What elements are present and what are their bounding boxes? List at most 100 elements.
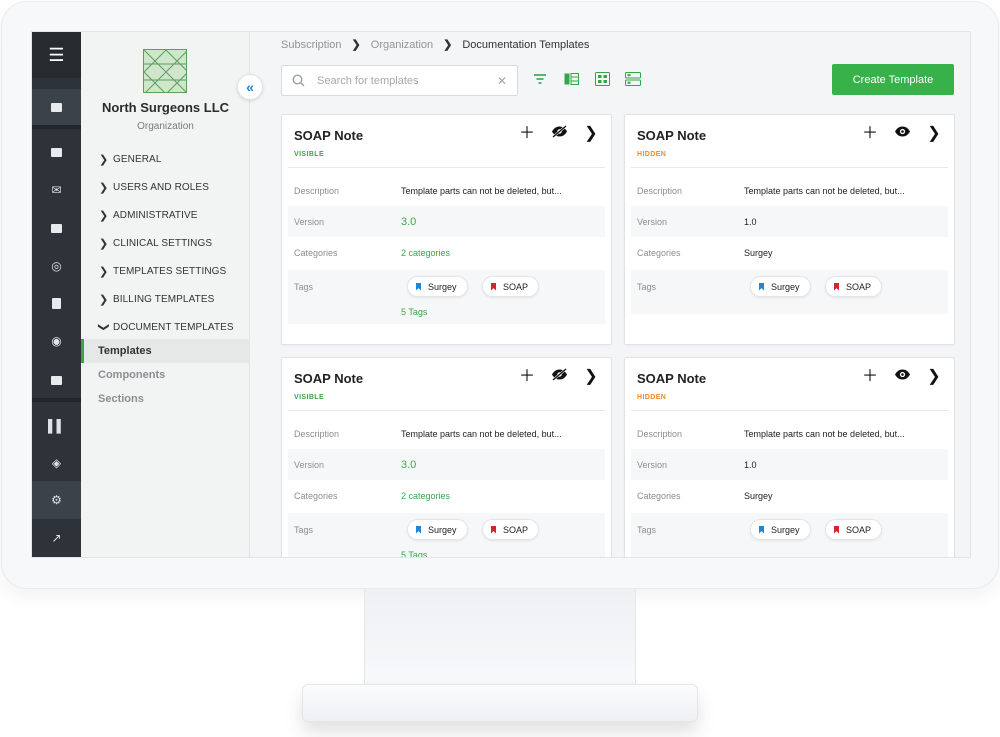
list-icon[interactable]: [624, 70, 642, 88]
description-row: Description Template parts can not be del…: [288, 175, 605, 206]
calendar-icon[interactable]: [32, 210, 81, 246]
add-icon[interactable]: ＋: [519, 367, 535, 387]
categories-link[interactable]: 2 categories: [401, 248, 450, 258]
status-badge: HIDDEN: [637, 151, 667, 158]
sidebar-item-document-templates[interactable]: ❯ DOCUMENT TEMPLATES: [98, 321, 234, 334]
add-icon[interactable]: ＋: [862, 124, 878, 144]
eye-off-icon[interactable]: [551, 367, 567, 387]
add-icon[interactable]: ＋: [519, 124, 535, 144]
field-label: Description: [637, 428, 683, 439]
sidebar-item-templates-settings[interactable]: ❯ TEMPLATES SETTINGS: [99, 265, 226, 278]
status-badge: VISIBLE: [294, 394, 325, 401]
categories-link[interactable]: 2 categories: [401, 491, 450, 501]
description-row: Description Template parts can not be del…: [631, 418, 948, 449]
card-title: SOAP Note: [637, 371, 707, 386]
grid-icon[interactable]: [593, 70, 611, 88]
sidebar-item-label: BILLING TEMPLATES: [113, 294, 215, 305]
sidebar-item-administrative[interactable]: ❯ ADMINISTRATIVE: [99, 209, 198, 222]
tag-chip[interactable]: SOAP: [482, 276, 540, 297]
collapse-sidebar-button[interactable]: «: [237, 74, 263, 100]
tag-chip[interactable]: SOAP: [482, 519, 540, 540]
monitor-neck: [364, 589, 636, 687]
divider: [631, 167, 948, 168]
version-value: 3.0: [401, 458, 417, 471]
tag-chip[interactable]: Surgey: [750, 519, 811, 540]
clipboard-icon[interactable]: [32, 285, 81, 321]
tag-label: SOAP: [846, 281, 872, 292]
monitor-mockup: ☰ ✉ ◎ ◉ ▌▌ ◈ ⚙ ↗ North Surgeons LLC Orga…: [0, 0, 1000, 737]
rail-divider: [32, 125, 81, 129]
trend-icon[interactable]: ↗: [32, 520, 81, 556]
clear-icon[interactable]: ✕: [497, 74, 507, 88]
chevron-right-icon[interactable]: ❯: [583, 367, 599, 387]
chevron-right-icon[interactable]: ❯: [583, 124, 599, 144]
tag-label: Surgey: [428, 281, 457, 292]
version-value: 1.0: [744, 216, 757, 227]
card-icon[interactable]: [32, 362, 81, 398]
breadcrumb-link[interactable]: Organization: [371, 39, 433, 51]
tag-chip[interactable]: Surgey: [407, 519, 468, 540]
add-icon[interactable]: ＋: [862, 367, 878, 387]
create-template-button[interactable]: Create Template: [832, 64, 954, 95]
sidebar-item-general[interactable]: ❯ GENERAL: [99, 153, 162, 166]
categories-row: Categories 2 categories: [288, 237, 605, 268]
tag-chip[interactable]: SOAP: [825, 276, 883, 297]
sidebar-subitem-sections[interactable]: Sections: [81, 387, 250, 411]
template-card[interactable]: SOAP Note VISIBLE ＋ ❯ Description Templat…: [281, 114, 612, 345]
tags-row: Tags Surgey SOAP 5 Tags: [288, 513, 605, 557]
divider: [288, 410, 605, 411]
tag-label: Surgey: [771, 281, 800, 292]
chevron-right-icon[interactable]: ❯: [926, 367, 942, 387]
eye-icon[interactable]: [894, 124, 910, 144]
sidebar-subitem-components[interactable]: Components: [81, 363, 250, 387]
chevron-right-icon: ❯: [99, 294, 109, 306]
bell-icon[interactable]: ◈: [32, 445, 81, 481]
sidebar-item-clinical-settings[interactable]: ❯ CLINICAL SETTINGS: [99, 237, 212, 250]
tags-row: Tags Surgey SOAP 5 Tags: [288, 270, 605, 324]
sidebar-subitem-templates[interactable]: Templates: [81, 339, 250, 363]
tag-chip[interactable]: Surgey: [750, 276, 811, 297]
search-input[interactable]: [317, 74, 497, 87]
version-value: 1.0: [744, 459, 757, 470]
template-card[interactable]: SOAP Note HIDDEN ＋ ❯ Description Template…: [624, 114, 955, 345]
breadcrumb-link[interactable]: Subscription: [281, 39, 342, 51]
filter-icon[interactable]: [531, 70, 549, 88]
version-row: Version 3.0: [288, 449, 605, 480]
sidebar-item-label: USERS AND ROLES: [113, 182, 209, 193]
field-label: Categories: [294, 490, 338, 501]
template-card[interactable]: SOAP Note VISIBLE ＋ ❯ Description Templat…: [281, 357, 612, 557]
sidebar-item-users-and-roles[interactable]: ❯ USERS AND ROLES: [99, 181, 209, 194]
chevron-right-icon[interactable]: ❯: [926, 124, 942, 144]
columns-icon[interactable]: [562, 70, 580, 88]
more-tags-link[interactable]: 5 Tags: [401, 307, 427, 317]
contact-card-icon[interactable]: [32, 89, 81, 125]
mail-icon[interactable]: ✉: [32, 172, 81, 208]
table-icon[interactable]: [32, 134, 81, 170]
eye-icon[interactable]: [894, 367, 910, 387]
breadcrumb: Subscription ❯ Organization ❯ Documentat…: [281, 38, 589, 52]
tag-chip[interactable]: SOAP: [825, 519, 883, 540]
target-icon[interactable]: ◎: [32, 248, 81, 284]
chevron-right-icon: ❯: [99, 238, 109, 250]
version-row: Version 3.0: [288, 206, 605, 237]
field-label: Version: [637, 216, 668, 227]
palette-icon[interactable]: ◉: [32, 323, 81, 359]
org-name: North Surgeons LLC: [101, 100, 230, 115]
template-card[interactable]: SOAP Note HIDDEN ＋ ❯ Description Template…: [624, 357, 955, 557]
monitor-base: [302, 684, 698, 722]
bookmark-icon: [759, 282, 764, 291]
menu-icon[interactable]: ☰: [32, 32, 81, 78]
chevron-right-icon: ❯: [99, 266, 109, 278]
tag-chip[interactable]: Surgey: [407, 276, 468, 297]
sidebar-item-billing-templates[interactable]: ❯ BILLING TEMPLATES: [99, 293, 214, 306]
field-label: Categories: [294, 247, 338, 258]
field-label: Description: [637, 185, 683, 196]
eye-off-icon[interactable]: [551, 124, 567, 144]
bar-chart-icon[interactable]: ▌▌: [32, 408, 81, 444]
card-title: SOAP Note: [637, 128, 707, 143]
gear-icon[interactable]: ⚙: [32, 481, 81, 519]
icon-rail: ☰ ✉ ◎ ◉ ▌▌ ◈ ⚙ ↗: [32, 32, 81, 557]
org-logo: [143, 49, 187, 93]
version-row: Version 1.0: [631, 206, 948, 237]
more-tags-link[interactable]: 5 Tags: [401, 550, 427, 557]
